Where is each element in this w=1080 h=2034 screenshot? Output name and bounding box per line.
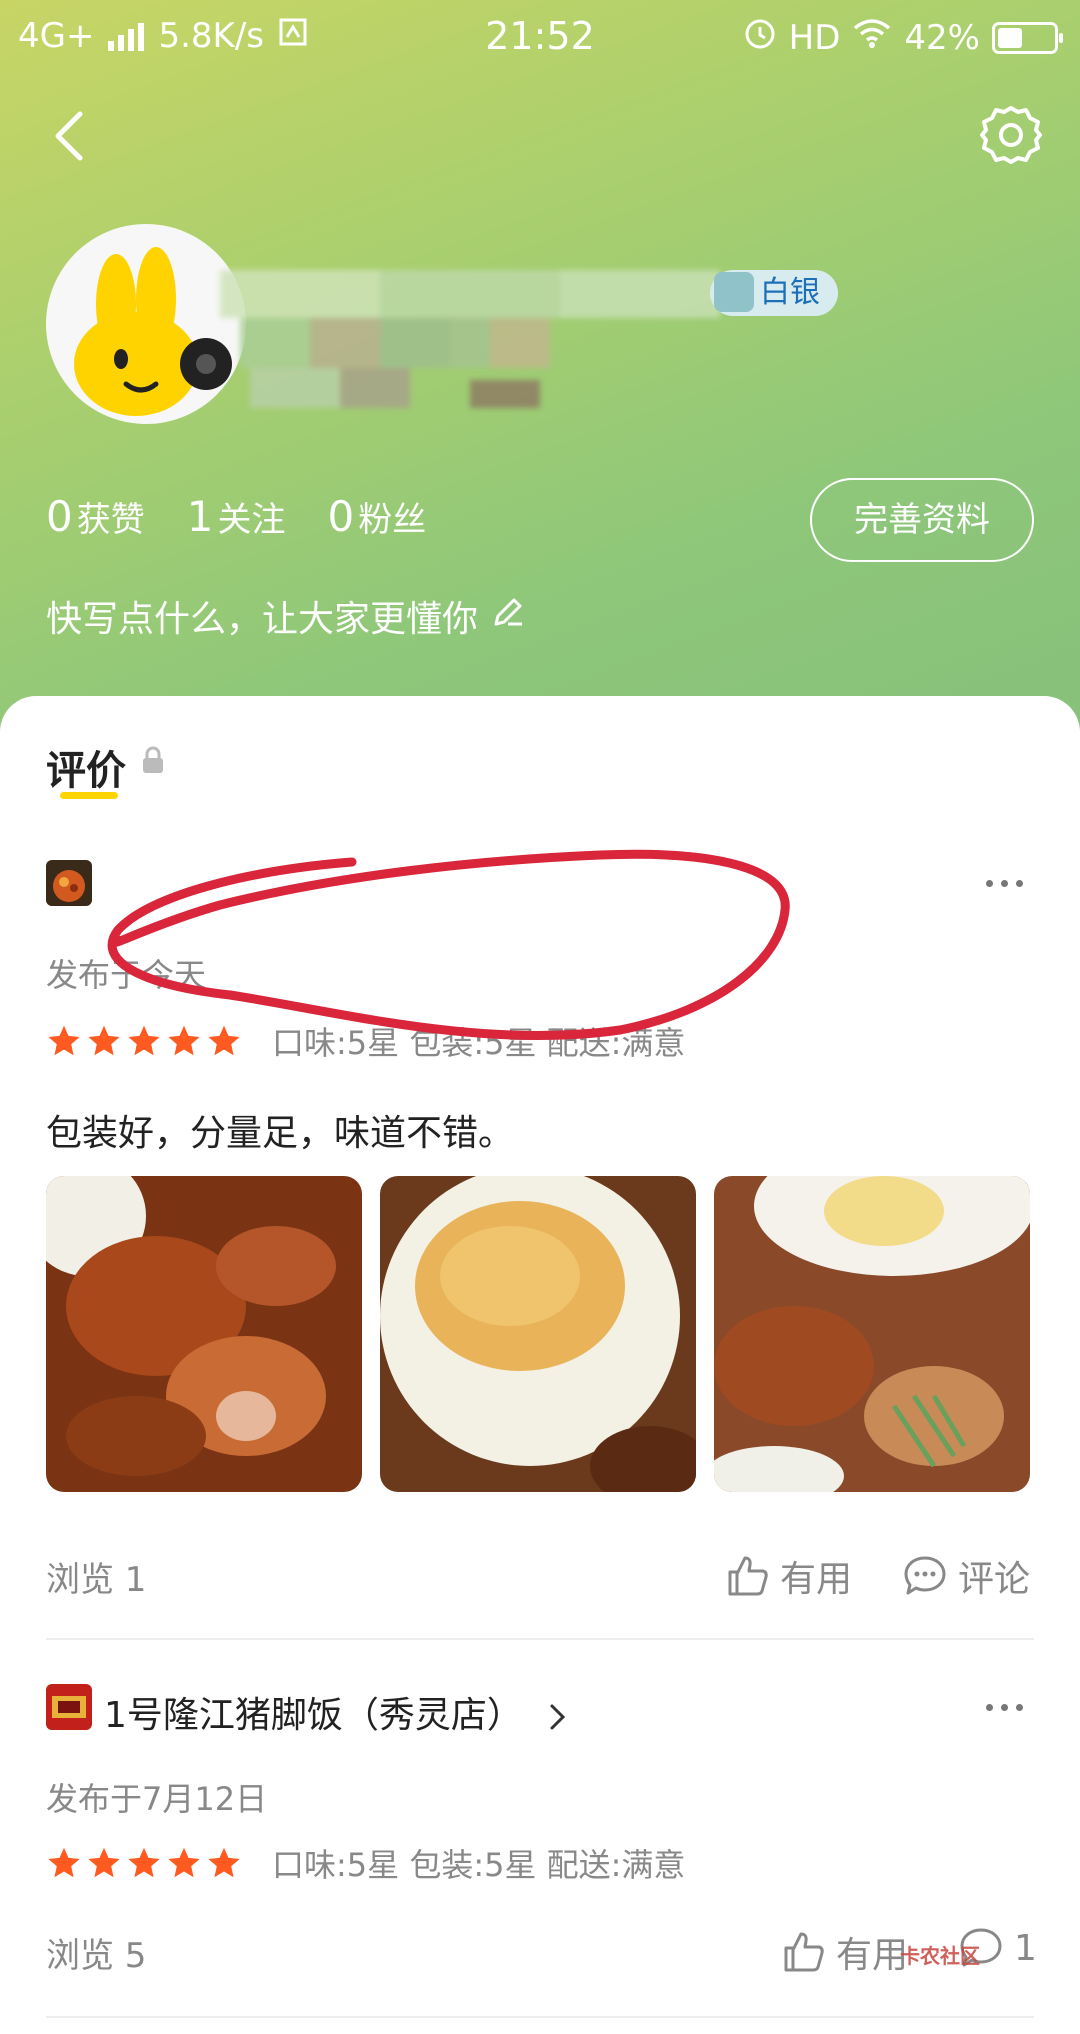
- store-name: 1号隆江猪脚饭（秀灵店）: [104, 1695, 523, 1736]
- username-redacted: [220, 270, 750, 420]
- bio[interactable]: 快写点什么，让大家更懂你: [46, 590, 526, 642]
- level-badge: 白银: [710, 270, 838, 316]
- star-icon: [208, 1847, 240, 1878]
- view-count: 浏览 5: [46, 1936, 147, 1976]
- store-name-link[interactable]: 1号隆江猪脚饭（秀灵店）: [104, 1686, 568, 1738]
- gem-icon: [714, 272, 754, 312]
- avatar[interactable]: [46, 224, 246, 424]
- useful-button[interactable]: 有用: [782, 1926, 908, 1978]
- review-photos: [46, 1176, 1030, 1492]
- comment-icon: [904, 1556, 946, 1595]
- stat-label: 关注: [217, 500, 286, 540]
- more-options-icon[interactable]: [986, 880, 1023, 887]
- useful-button[interactable]: 有用: [726, 1550, 852, 1602]
- battery-icon: [992, 21, 1063, 54]
- chevron-right-icon: [550, 1704, 566, 1730]
- settings-gear-icon[interactable]: [976, 100, 1046, 170]
- comment-label: 评论: [958, 1559, 1031, 1600]
- status-bar: 4G+ 5.8K/s 21:52 HD 42%: [0, 0, 1080, 76]
- content-sheet: 评价 发布于今天 口味:5星 包装:5星 配送:满意 包装好，分量足，味道不错。: [0, 696, 1080, 2034]
- battery-percent: 42%: [904, 17, 980, 58]
- store-thumbnail[interactable]: [46, 1684, 92, 1730]
- profile-stats: 0 获赞 1 关注 0 粉丝: [46, 492, 426, 541]
- pencil-icon: [490, 594, 526, 639]
- star-icon: [48, 1847, 80, 1878]
- alarm-icon: [743, 16, 777, 59]
- rating-detail: 口味:5星 包装:5星 配送:满意: [272, 1846, 686, 1884]
- divider: [46, 2016, 1034, 2018]
- stat-number: 0: [46, 492, 73, 541]
- review-date: 发布于7月12日: [46, 1780, 268, 1818]
- stat-following[interactable]: 1 关注: [187, 492, 286, 541]
- rating-row: 口味:5星 包装:5星 配送:满意: [46, 1018, 685, 1064]
- stat-number: 0: [327, 492, 355, 541]
- tab-reviews[interactable]: 评价: [46, 738, 126, 796]
- star-icon: [128, 1847, 160, 1878]
- useful-label: 有用: [780, 1559, 853, 1600]
- star-icon: [168, 1847, 200, 1878]
- level-badge-label: 白银: [760, 275, 820, 310]
- thumbs-up-icon: [784, 1932, 824, 1972]
- star-icon: [168, 1025, 200, 1056]
- review-photo[interactable]: [46, 1176, 362, 1492]
- back-button[interactable]: [42, 100, 102, 170]
- comment-count: 1: [1014, 1927, 1037, 1969]
- review-photo[interactable]: [380, 1176, 696, 1492]
- stat-label: 获赞: [76, 500, 145, 540]
- rating-detail: 口味:5星 包装:5星 配送:满意: [272, 1024, 686, 1062]
- lock-icon: [142, 746, 164, 778]
- more-options-icon[interactable]: [986, 1704, 1023, 1711]
- review-photo[interactable]: [714, 1176, 1030, 1492]
- star-icon: [208, 1025, 240, 1056]
- edit-profile-button[interactable]: 完善资料: [810, 478, 1034, 562]
- star-rating: [46, 1023, 242, 1059]
- review-text: 包装好，分量足，味道不错。: [46, 1113, 515, 1154]
- stat-likes[interactable]: 0 获赞: [46, 492, 145, 541]
- comment-button[interactable]: 评论: [902, 1550, 1030, 1602]
- star-icon: [88, 1847, 120, 1878]
- stat-label: 粉丝: [358, 500, 427, 540]
- star-icon: [48, 1025, 80, 1056]
- star-icon: [128, 1025, 160, 1056]
- bio-text: 快写点什么，让大家更懂你: [46, 599, 479, 640]
- stat-followers[interactable]: 0 粉丝: [327, 492, 426, 541]
- view-count: 浏览 1: [46, 1560, 147, 1600]
- useful-label: 有用: [836, 1935, 909, 1976]
- stat-number: 1: [186, 492, 214, 541]
- rating-row: 口味:5星 包装:5星 配送:满意: [46, 1840, 685, 1886]
- tab-active-indicator: [60, 792, 118, 799]
- wifi-icon: [852, 17, 892, 58]
- hd-indicator: HD: [788, 17, 841, 58]
- review-date: 发布于今天: [46, 956, 207, 994]
- thumbs-up-icon: [728, 1556, 768, 1596]
- store-thumbnail[interactable]: [46, 860, 92, 906]
- star-icon: [88, 1025, 120, 1056]
- watermark: 卡农社区: [900, 1944, 980, 1968]
- divider: [46, 1638, 1034, 1640]
- star-rating: [46, 1845, 242, 1881]
